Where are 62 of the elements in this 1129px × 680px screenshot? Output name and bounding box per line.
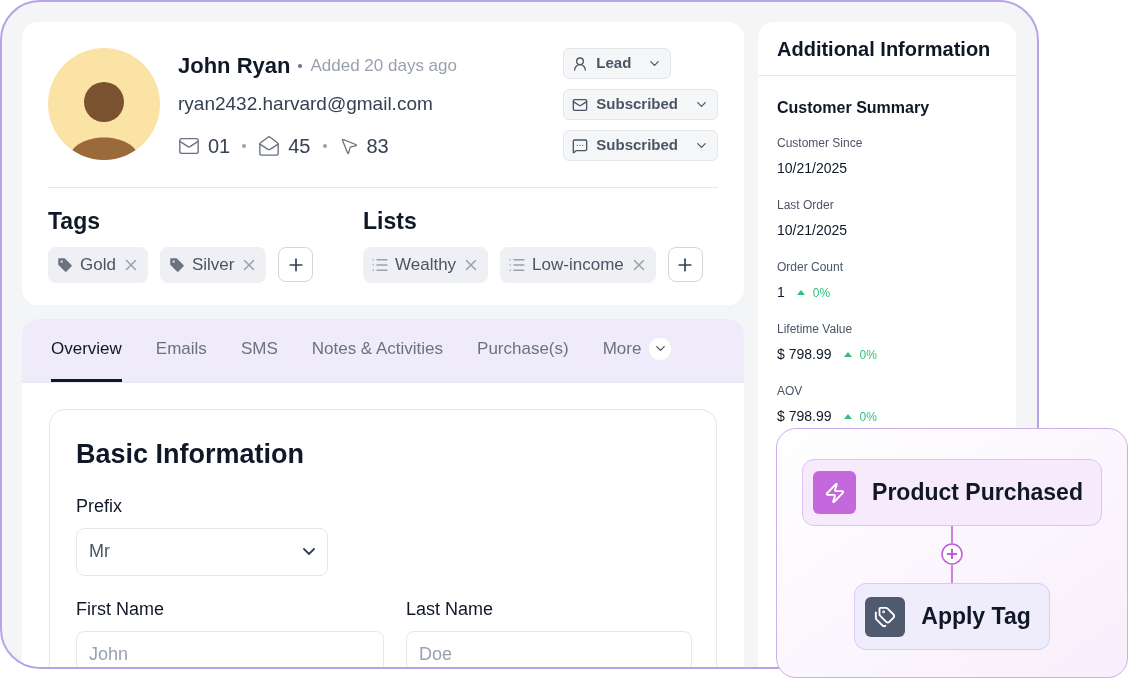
card-title: Basic Information [76,438,306,471]
tab[interactable]: Emails [155,318,207,382]
tab[interactable]: Overview [51,318,122,382]
chevron-down-icon [649,337,672,360]
chip-label: Wealthy [395,253,457,276]
status-dropdown[interactable]: Subscribed [563,89,718,120]
open-envelope-icon [258,134,281,157]
more-tab[interactable]: More [602,318,672,382]
tag-chip[interactable]: Gold [48,246,148,283]
text-field[interactable]: John [76,630,384,667]
list-chip[interactable]: Low-income [500,246,656,283]
tab[interactable]: Purchase(s) [477,318,569,382]
panel-title: Additional Information [758,22,1016,76]
contact-email: ryan2432.harvard@gmail.com [178,92,434,116]
metric-value: 10/21/2025 [777,221,848,240]
stat-count: 45 [288,133,311,159]
metric-change: 0% [859,346,877,364]
metric-value: 10/21/2025 [777,159,848,178]
section-title: Tags [48,207,101,236]
lightning-icon [813,471,857,514]
metric-value: 1 [777,283,785,302]
metric-value: $ 798.99 [777,345,832,364]
list-chip[interactable]: Wealthy [363,246,489,283]
chat-icon [572,137,589,154]
tag-icon [56,255,74,274]
status-dropdown[interactable]: Lead [563,48,672,79]
user-icon [572,55,589,72]
metric-label: Customer Since [777,135,864,152]
tab[interactable]: SMS [240,318,278,382]
field-label: Last Name [406,597,495,621]
status-dropdown[interactable]: Subscribed [563,130,718,161]
field-label: Prefix [76,494,123,518]
add-button[interactable] [667,247,703,282]
chip-label: Gold [80,253,116,276]
tag-icon [167,255,186,274]
tags-icon [865,596,906,637]
added-date: Added 20 days ago [310,54,457,77]
chip-label: Low-income [532,253,624,276]
add-button[interactable] [278,247,314,282]
chip-label: Silver [191,253,235,276]
metric-value: $ 798.99 [777,407,832,426]
metric-change: 0% [859,408,877,426]
stat-count: 01 [208,133,231,159]
metric-label: Lifetime Value [777,321,854,338]
chevron-down-icon [303,548,315,555]
mail-icon [572,96,589,113]
metric-label: AOV [777,383,804,400]
section-title: Lists [363,207,418,236]
field-label: First Name [76,597,165,621]
contact-name: John Ryan [178,52,291,80]
tag-chip[interactable]: Silver [159,246,267,283]
stat-count: 83 [366,133,389,159]
metric-label: Last Order [777,197,835,214]
prefix-select[interactable]: Mr [76,527,328,576]
node-label: Apply Tag [921,602,1031,632]
metric-label: Order Count [777,259,845,276]
tab[interactable]: Notes & Activities [311,318,444,382]
connector-drawing [941,526,963,583]
node-label: Product Purchased [872,478,1083,508]
summary-title: Customer Summary [777,98,931,118]
metric-change: 0% [812,284,831,302]
text-field[interactable]: Doe [406,630,692,667]
